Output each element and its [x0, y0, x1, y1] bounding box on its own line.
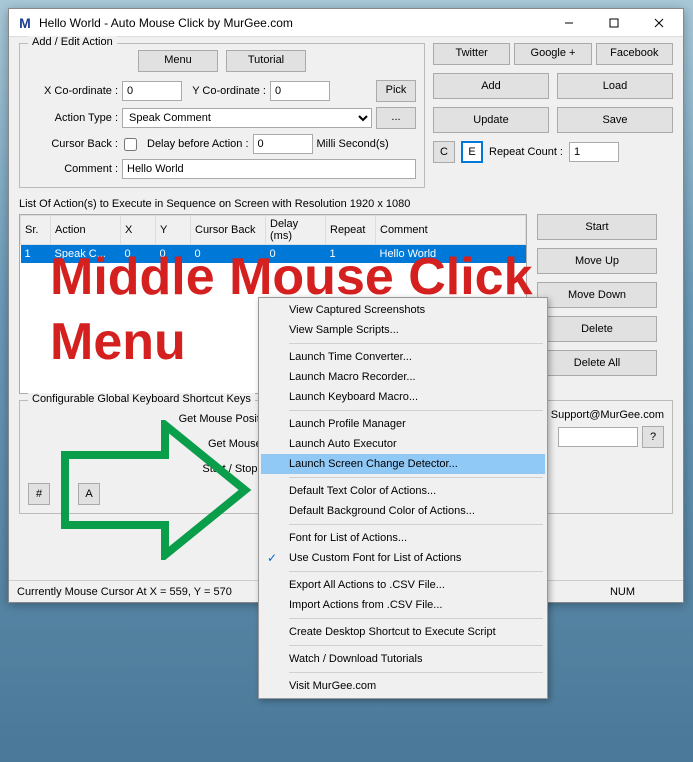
minimize-button[interactable]	[546, 9, 591, 37]
menu-item[interactable]: Use Custom Font for List of Actions✓	[261, 548, 545, 568]
menu-item[interactable]: Default Text Color of Actions...	[261, 481, 545, 501]
extra-shortcut-input[interactable]	[558, 427, 638, 447]
a-button[interactable]: A	[78, 483, 100, 505]
menu-separator	[289, 477, 543, 478]
action-type-select[interactable]: Speak Comment	[122, 108, 372, 128]
legend-add-edit: Add / Edit Action	[28, 36, 117, 48]
cursor-back-label: Cursor Back :	[28, 138, 118, 150]
menu-separator	[289, 410, 543, 411]
save-button[interactable]: Save	[557, 107, 673, 133]
delete-all-button[interactable]: Delete All	[537, 350, 657, 376]
google-button[interactable]: Google +	[514, 43, 591, 65]
add-edit-action-group: Add / Edit Action Menu Tutorial X Co-ord…	[19, 43, 425, 188]
action-type-label: Action Type :	[28, 112, 118, 124]
x-coordinate-input[interactable]	[122, 81, 182, 101]
twitter-button[interactable]: Twitter	[433, 43, 510, 65]
menu-separator	[289, 343, 543, 344]
table-header[interactable]: Sr. Action X Y Cursor Back Delay (ms) Re…	[21, 216, 526, 245]
status-text: Currently Mouse Cursor At X = 559, Y = 5…	[17, 586, 232, 598]
y-label: Y Co-ordinate :	[186, 85, 266, 97]
list-label: List Of Action(s) to Execute in Sequence…	[19, 198, 673, 210]
pick-button[interactable]: Pick	[376, 80, 416, 102]
menu-item[interactable]: Watch / Download Tutorials	[261, 649, 545, 669]
menu-item[interactable]: Launch Keyboard Macro...	[261, 387, 545, 407]
comment-label: Comment :	[28, 163, 118, 175]
menu-item[interactable]: Create Desktop Shortcut to Execute Scrip…	[261, 622, 545, 642]
c-button[interactable]: C	[433, 141, 455, 163]
menu-separator	[289, 571, 543, 572]
cursor-back-checkbox[interactable]	[124, 138, 137, 151]
menu-item[interactable]: Launch Screen Change Detector...	[261, 454, 545, 474]
menu-item[interactable]: Font for List of Actions...	[261, 528, 545, 548]
action-type-more-button[interactable]: ...	[376, 107, 416, 129]
x-label: X Co-ordinate :	[28, 85, 118, 97]
menu-separator	[289, 524, 543, 525]
menu-item[interactable]: Export All Actions to .CSV File...	[261, 575, 545, 595]
delay-before-label: Delay before Action :	[147, 138, 249, 150]
close-button[interactable]	[636, 9, 681, 37]
repeat-label: Repeat Count :	[489, 146, 563, 158]
num-lock-indicator: NUM	[610, 586, 675, 598]
support-label: Support@MurGee.com	[551, 409, 664, 421]
menu-item[interactable]: Launch Macro Recorder...	[261, 367, 545, 387]
legend-shortcuts: Configurable Global Keyboard Shortcut Ke…	[28, 393, 255, 405]
hash-button[interactable]: #	[28, 483, 50, 505]
table-row[interactable]: 1 Speak C... 0 0 0 0 1 Hello World	[21, 245, 526, 263]
add-button[interactable]: Add	[433, 73, 549, 99]
ms-label: Milli Second(s)	[317, 138, 389, 150]
update-button[interactable]: Update	[433, 107, 549, 133]
window-title: Hello World - Auto Mouse Click by MurGee…	[39, 16, 546, 30]
y-coordinate-input[interactable]	[270, 81, 330, 101]
menu-item[interactable]: Default Background Color of Actions...	[261, 501, 545, 521]
facebook-button[interactable]: Facebook	[596, 43, 673, 65]
menu-item[interactable]: Launch Auto Executor	[261, 434, 545, 454]
menu-item[interactable]: Import Actions from .CSV File...	[261, 595, 545, 615]
menu-item[interactable]: View Captured Screenshots	[261, 300, 545, 320]
check-icon: ✓	[267, 551, 277, 565]
menu-button[interactable]: Menu	[138, 50, 218, 72]
repeat-count-input[interactable]	[569, 142, 619, 162]
tutorial-button[interactable]: Tutorial	[226, 50, 306, 72]
menu-item[interactable]: View Sample Scripts...	[261, 320, 545, 340]
load-button[interactable]: Load	[557, 73, 673, 99]
move-up-button[interactable]: Move Up	[537, 248, 657, 274]
move-down-button[interactable]: Move Down	[537, 282, 657, 308]
comment-input[interactable]	[122, 159, 416, 179]
help-button[interactable]: ?	[642, 426, 664, 448]
delay-input[interactable]	[253, 134, 313, 154]
delete-button[interactable]: Delete	[537, 316, 657, 342]
titlebar[interactable]: M Hello World - Auto Mouse Click by MurG…	[9, 9, 683, 37]
menu-separator	[289, 618, 543, 619]
start-button[interactable]: Start	[537, 214, 657, 240]
context-menu: View Captured ScreenshotsView Sample Scr…	[258, 297, 548, 699]
e-button[interactable]: E	[461, 141, 483, 163]
app-icon: M	[17, 15, 33, 31]
menu-separator	[289, 672, 543, 673]
menu-item[interactable]: Launch Profile Manager	[261, 414, 545, 434]
maximize-button[interactable]	[591, 9, 636, 37]
menu-separator	[289, 645, 543, 646]
menu-item[interactable]: Launch Time Converter...	[261, 347, 545, 367]
menu-item[interactable]: Visit MurGee.com	[261, 676, 545, 696]
